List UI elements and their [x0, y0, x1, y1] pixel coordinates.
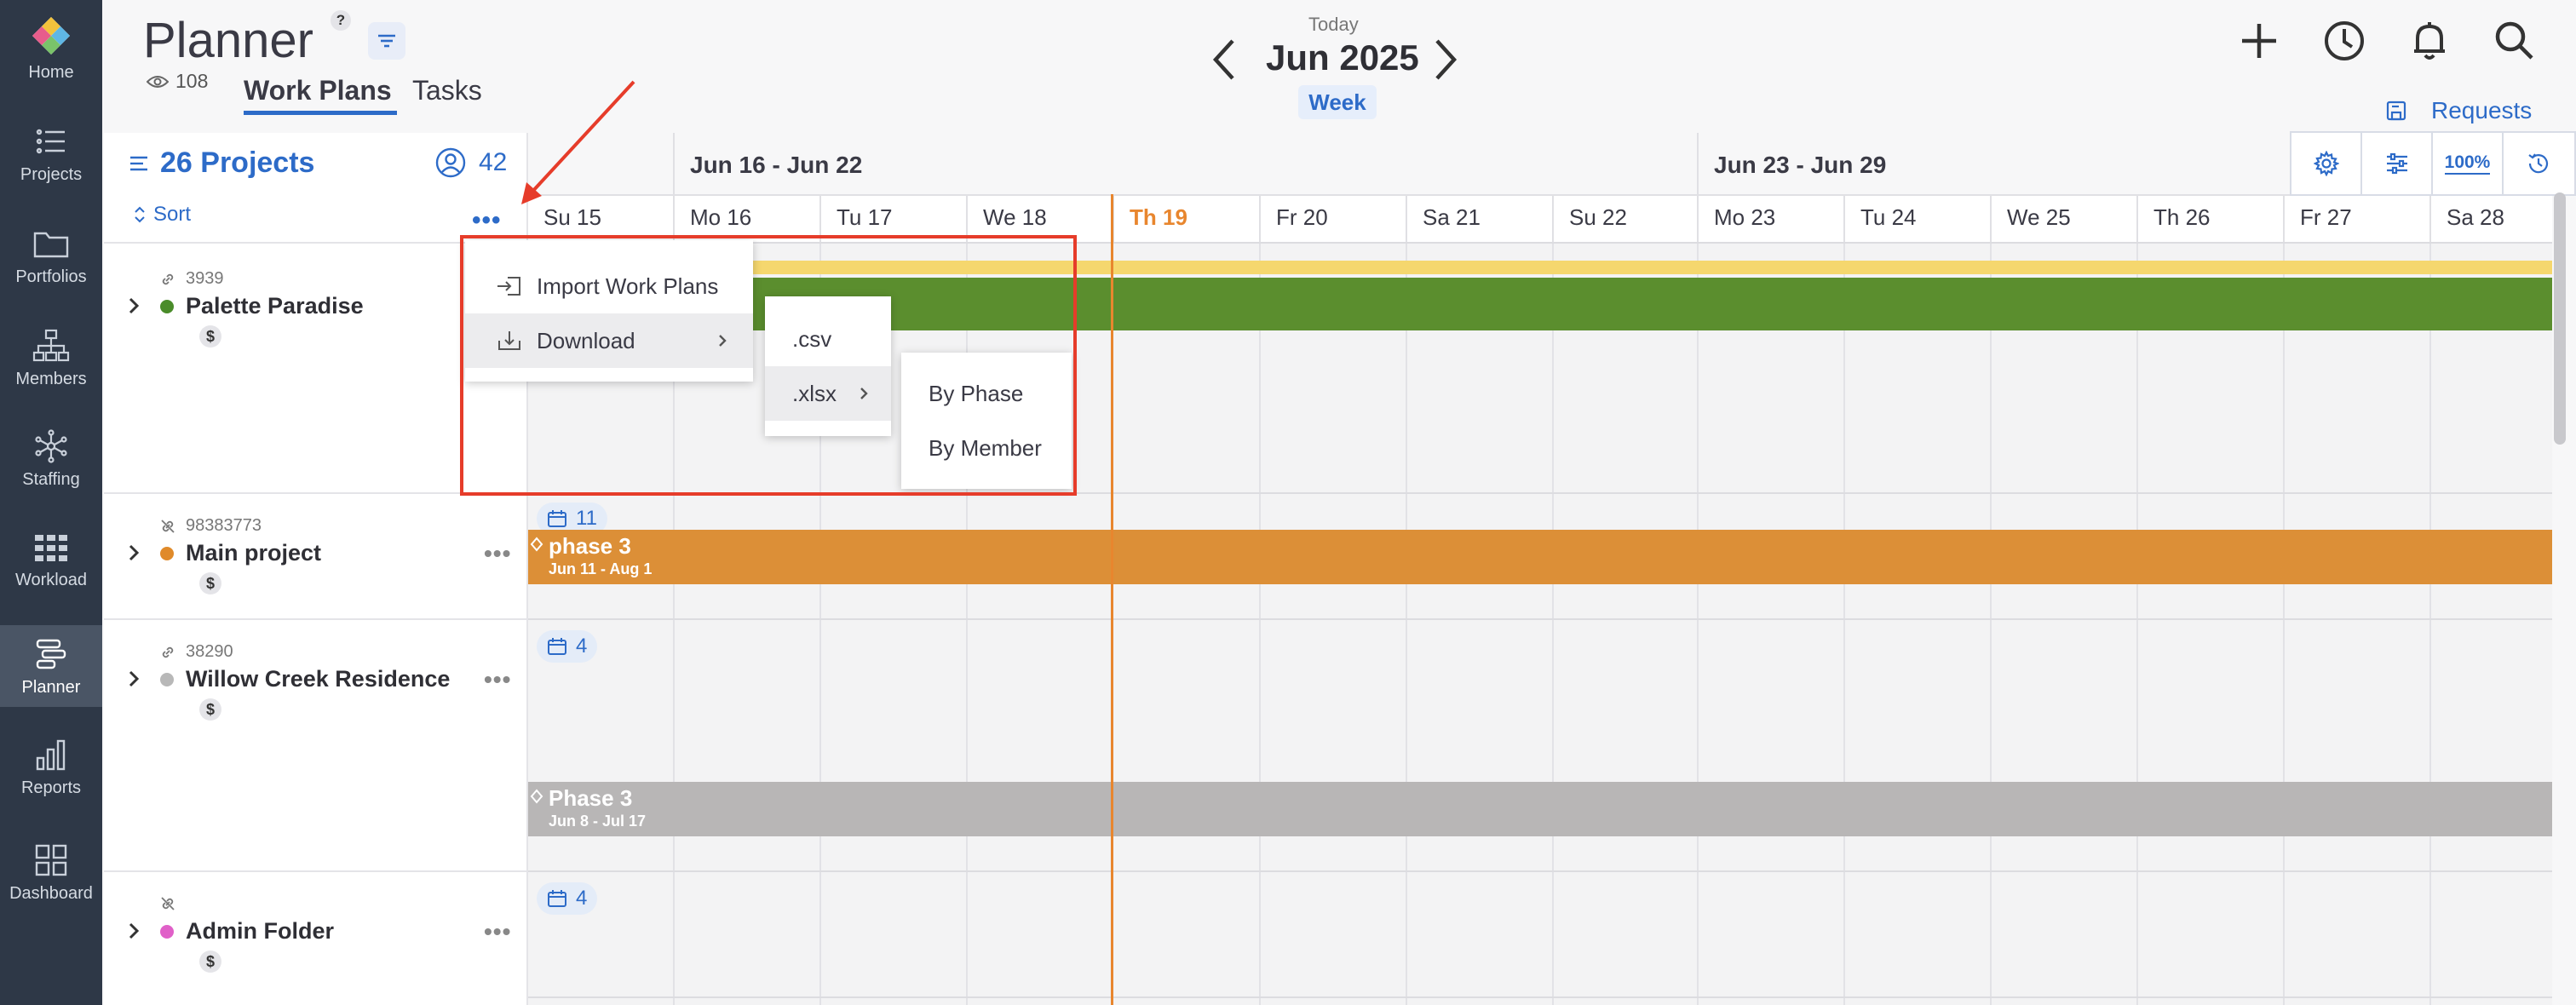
annotation-arrow: [521, 80, 635, 204]
